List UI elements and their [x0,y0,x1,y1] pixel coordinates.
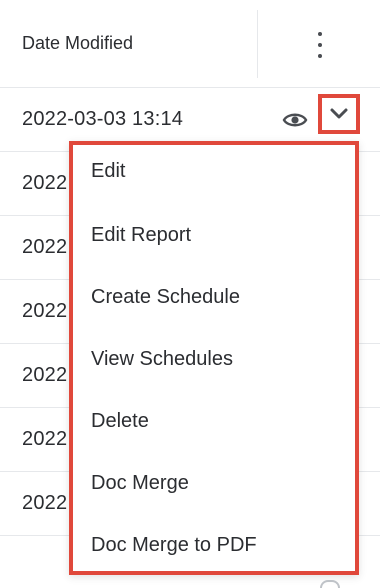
date-modified-cell: 2022 [22,172,68,194]
date-modified-cell: 2022-03-03 13:14 [22,108,184,130]
eye-icon[interactable] [282,110,308,130]
column-header-date-modified[interactable]: Date Modified [22,33,133,54]
menu-item-doc-merge-to-pdf[interactable]: Doc Merge to PDF [73,517,355,579]
column-divider [257,10,258,78]
menu-item-view-schedules[interactable]: View Schedules [73,331,355,393]
menu-item-edit-report[interactable]: Edit Report [73,207,355,269]
menu-item-doc-merge[interactable]: Doc Merge [73,455,355,517]
row-actions-dropdown-button[interactable] [318,94,360,134]
table-header: Date Modified [0,0,380,88]
menu-item-edit[interactable]: Edit [73,145,355,207]
eye-icon[interactable] [320,580,340,588]
row-actions-menu: Edit Edit Report Create Schedule View Sc… [69,141,359,575]
date-modified-cell: 2022 [22,364,68,386]
date-modified-cell: 2022 [22,492,68,514]
date-modified-cell: 2022 [22,428,68,450]
chevron-down-icon [330,108,348,119]
kebab-vertical-icon[interactable] [312,32,328,58]
menu-item-delete[interactable]: Delete [73,393,355,455]
date-modified-cell: 2022 [22,300,68,322]
menu-item-create-schedule[interactable]: Create Schedule [73,269,355,331]
date-modified-cell: 2022 [22,236,68,258]
